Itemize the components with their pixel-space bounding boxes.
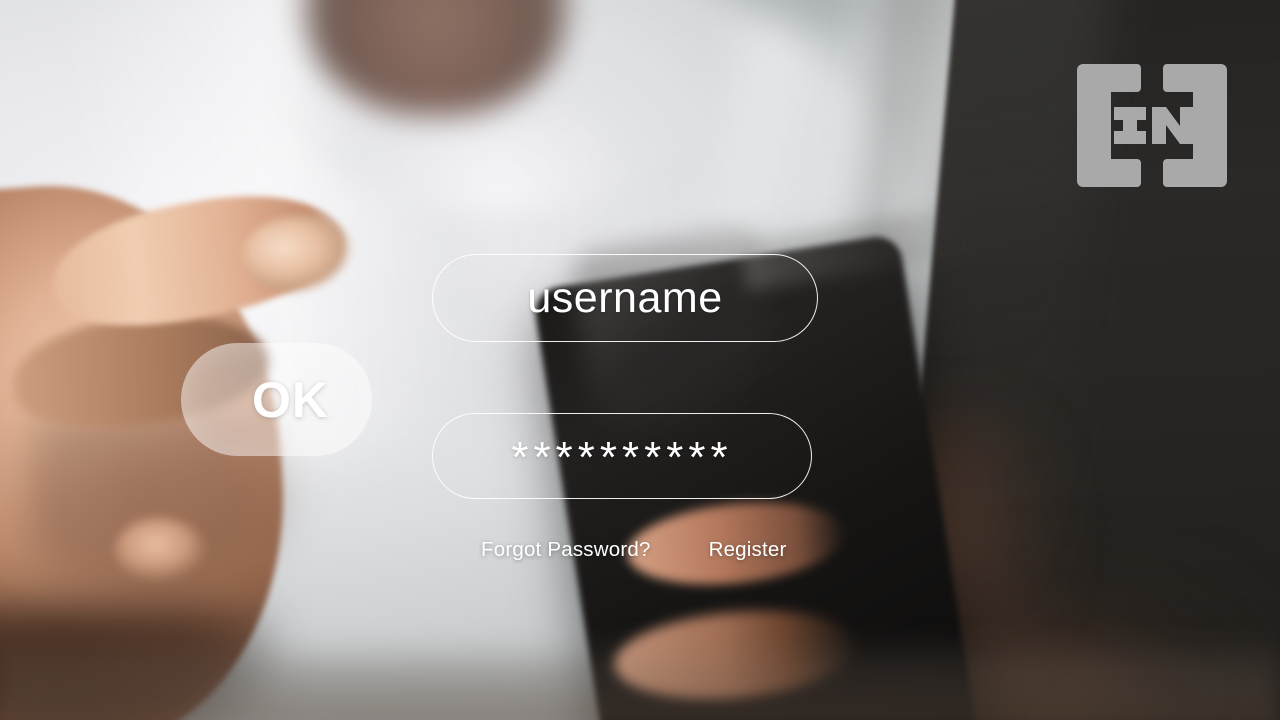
username-input-value: username	[527, 273, 723, 322]
beincrypto-logo	[1073, 62, 1231, 189]
forgot-password-link[interactable]: Forgot Password?	[481, 538, 651, 562]
register-link[interactable]: Register	[709, 538, 787, 562]
screenshot-stage: username ********** Forgot Password? Reg…	[0, 0, 1280, 720]
logo-letter-n	[1152, 107, 1194, 144]
username-input[interactable]: username	[432, 254, 818, 342]
password-input[interactable]: **********	[432, 413, 812, 499]
ok-button[interactable]: OK	[181, 343, 372, 456]
login-overlay: username ********** Forgot Password? Reg…	[0, 0, 1280, 720]
form-links: Forgot Password? Register	[481, 538, 801, 562]
password-input-value: **********	[511, 433, 733, 482]
logo-letter-i	[1114, 107, 1146, 144]
beincrypto-logo-icon	[1077, 64, 1227, 187]
ok-button-label: OK	[252, 371, 329, 428]
